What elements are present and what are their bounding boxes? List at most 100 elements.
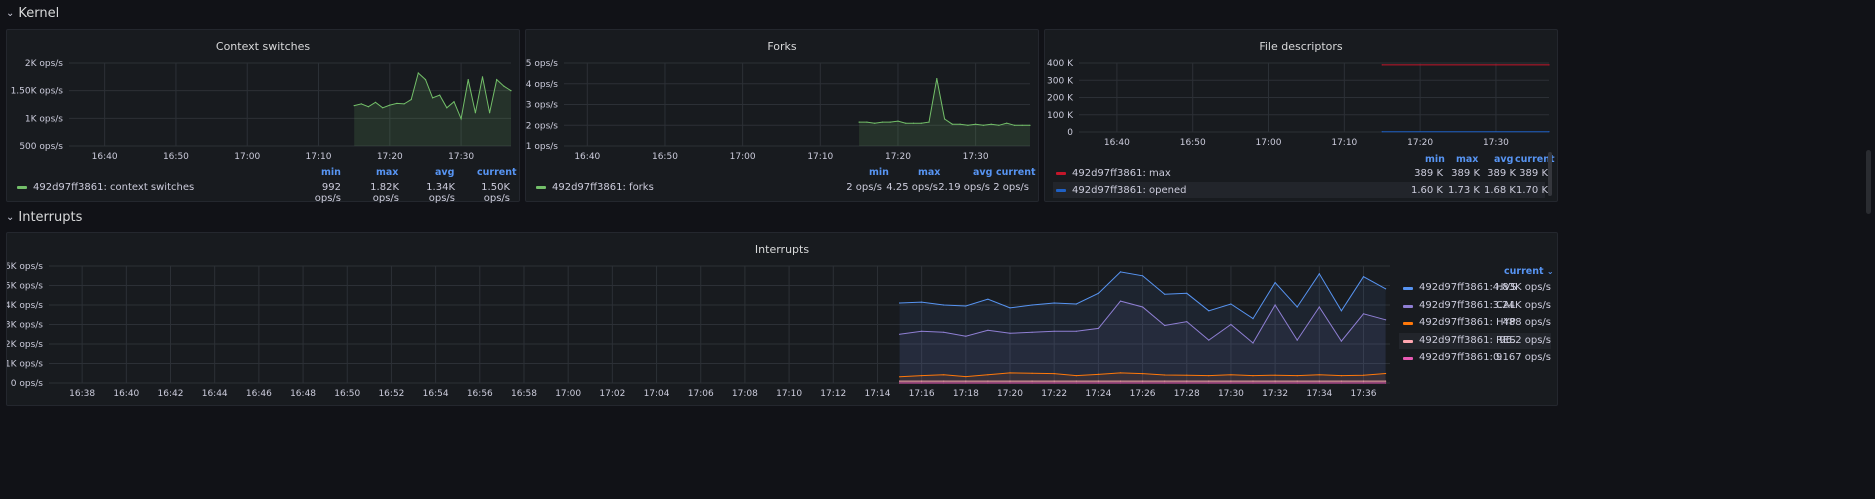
data-point (1381, 131, 1383, 133)
row-kernel-toggle[interactable]: ⌄ Kernel (6, 6, 59, 21)
data-point (943, 382, 945, 384)
legend-scrollbar[interactable] (1548, 152, 1552, 196)
data-point (912, 122, 915, 124)
data-point (987, 329, 989, 331)
legend-item[interactable]: 492d97ff3861: HVS 4.83K ops/s (1399, 280, 1551, 296)
data-point (1385, 288, 1387, 290)
legend-header-max[interactable]: max (1456, 154, 1478, 165)
legend-header-avg[interactable]: avg (1494, 154, 1513, 165)
legend-header-current[interactable]: current (996, 167, 1036, 178)
legend-avg: 1.68 K (1483, 185, 1516, 196)
x-tick-label: 16:38 (69, 389, 95, 399)
x-tick-label: 17:30 (1218, 389, 1244, 399)
data-point (899, 333, 901, 335)
data-point (987, 380, 989, 382)
data-point (403, 103, 405, 105)
x-tick-label: 16:44 (202, 389, 228, 399)
legend-current: 488 ops/s (1502, 317, 1551, 328)
x-tick-label: 17:10 (1331, 138, 1357, 148)
data-point (1186, 292, 1188, 294)
data-point (1053, 302, 1055, 304)
data-point (889, 121, 891, 123)
x-tick-label: 17:00 (730, 152, 756, 162)
legend-header-max[interactable]: max (376, 167, 398, 178)
panel-context-switches[interactable]: Context switches 2K ops/s 1.50K ops/s 1K o… (6, 29, 520, 204)
chevron-down-icon: ⌄ (1546, 267, 1554, 276)
legend-header-min[interactable]: min (321, 167, 341, 178)
legend-item[interactable]: 492d97ff3861: context switches (17, 182, 194, 193)
data-point (965, 335, 967, 337)
data-point (1075, 380, 1077, 382)
data-point (1119, 372, 1122, 374)
data-point (1119, 380, 1122, 382)
data-point (987, 382, 989, 384)
data-point (1186, 321, 1188, 323)
data-point (489, 112, 491, 114)
legend-swatch (1056, 188, 1066, 192)
y-tick-label: 400 K (1047, 59, 1074, 69)
legend-header-avg[interactable]: avg (973, 167, 992, 178)
data-point (1075, 382, 1077, 384)
data-point (959, 123, 961, 125)
legend-header-min[interactable]: min (1425, 154, 1445, 165)
legend-header-avg[interactable]: avg (435, 167, 454, 178)
data-point (1318, 382, 1320, 384)
legend-item[interactable]: 492d97ff3861: HYP 488 ops/s (1399, 315, 1551, 331)
legend-header-max[interactable]: max (918, 167, 940, 178)
data-point (1031, 380, 1033, 382)
data-point (1097, 327, 1099, 329)
y-tick-label: 2 ops/s (526, 121, 558, 131)
page-scrollbar[interactable] (1866, 150, 1871, 214)
legend-series-name: 492d97ff3861: max (1072, 168, 1171, 179)
legend-item[interactable]: 492d97ff3861: 9 0.167 ops/s (1399, 350, 1551, 366)
data-point (1186, 374, 1188, 376)
data-point (453, 101, 455, 103)
x-tick-label: 17:30 (448, 152, 474, 162)
data-point (1548, 64, 1550, 66)
data-point (503, 85, 505, 87)
data-point (1075, 375, 1077, 377)
legend-item[interactable]: 492d97ff3861: RES 96.2 ops/s (1399, 332, 1551, 349)
x-tick-label: 17:26 (1130, 389, 1156, 399)
chart-interrupts: 6K ops/s 5K ops/s 4K ops/s 3K ops/s 2K ops/s… (7, 262, 1390, 399)
panel-file-descriptors[interactable]: File descriptors 400 K 300 K 200 K 100 K 0 16… (1044, 29, 1558, 202)
data-point (1274, 380, 1276, 382)
x-tick-label: 16:50 (163, 152, 189, 162)
x-tick-label: 17:04 (644, 389, 670, 399)
data-point (396, 102, 398, 104)
x-tick-label: 17:02 (599, 389, 625, 399)
data-point (1230, 323, 1232, 326)
data-point (1142, 306, 1144, 308)
data-point (1031, 372, 1033, 374)
legend-series-name: 492d97ff3861: 9 (1419, 352, 1503, 363)
data-point (1142, 382, 1144, 384)
panel-forks[interactable]: Forks 5 ops/s 4 ops/s 3 ops/s 2 ops/s 1 ops/… (525, 29, 1039, 202)
data-point (1009, 382, 1011, 384)
legend-header-min[interactable]: min (869, 167, 889, 178)
legend-current: 96.2 ops/s (1499, 334, 1551, 346)
chevron-down-icon: ⌄ (6, 8, 15, 19)
legend-item[interactable]: 492d97ff3861: CAL 3.24K ops/s (1399, 298, 1551, 314)
data-point (410, 98, 412, 101)
data-point (1142, 275, 1144, 277)
panel-interrupts[interactable]: Interrupts 6K ops/s 5K ops/s 4K ops/s 3K op… (6, 232, 1558, 406)
legend-item[interactable]: 492d97ff3861: forks (536, 182, 654, 193)
data-point (446, 107, 448, 109)
data-point (967, 124, 969, 126)
data-point (1385, 372, 1387, 375)
legend-current: 1.50K ops/s (481, 182, 510, 204)
legend-header-current[interactable]: current (477, 167, 517, 178)
x-tick-label: 16:56 (467, 389, 493, 399)
data-point (1252, 318, 1254, 320)
data-point (1274, 282, 1276, 284)
x-tick-label: 16:52 (378, 389, 404, 399)
data-point (1318, 380, 1320, 382)
legend-sort-current[interactable]: current ⌄ (1504, 266, 1554, 277)
legend-swatch (17, 185, 27, 189)
data-point (1318, 273, 1320, 275)
x-tick-label: 17:20 (377, 152, 403, 162)
data-point (965, 305, 967, 307)
row-interrupts-toggle[interactable]: ⌄ Interrupts (6, 210, 82, 225)
x-tick-label: 17:10 (776, 389, 802, 399)
x-tick-label: 16:40 (1104, 138, 1130, 148)
